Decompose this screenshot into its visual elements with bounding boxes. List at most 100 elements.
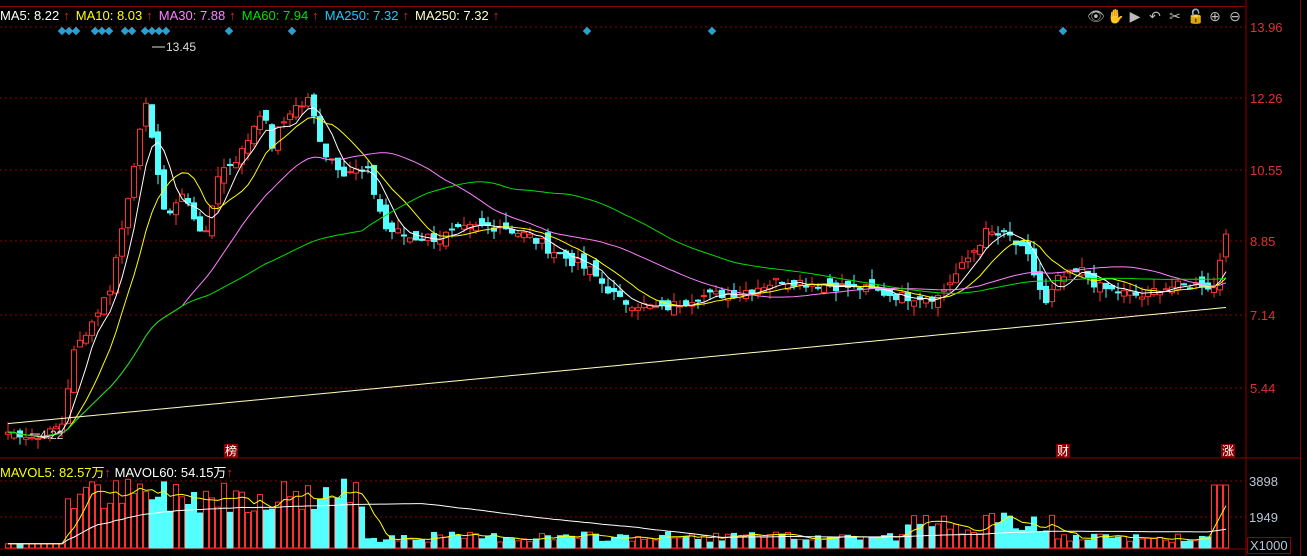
volume-bar <box>311 508 317 549</box>
candle-body <box>173 202 179 216</box>
volume-bar <box>677 537 683 549</box>
up-arrow-icon: ↑ <box>402 8 409 23</box>
marker-cai[interactable]: 财 <box>1056 444 1071 458</box>
volume-bar <box>563 534 569 549</box>
volume-bar <box>953 523 959 549</box>
up-arrow-icon: ↑ <box>312 8 319 23</box>
volume-bar <box>1181 540 1187 549</box>
signal-diamond-icon <box>224 26 234 36</box>
marker-bang[interactable]: 榜 <box>224 444 239 458</box>
volume-bar <box>1043 530 1049 549</box>
volume-bar <box>707 541 713 549</box>
volume-bar <box>1199 535 1205 549</box>
candle-body <box>269 124 275 149</box>
volume-bar <box>635 536 641 549</box>
marker-zhang[interactable]: 涨 <box>1221 444 1236 458</box>
candle-body <box>1127 290 1133 296</box>
volume-bar <box>989 512 995 549</box>
candle-body <box>1211 287 1217 294</box>
mavol60-label: MAVOL60: 54.15万 <box>114 465 227 480</box>
candle-body <box>275 126 281 151</box>
ma-legend-item: MA10: 8.03 <box>75 8 143 23</box>
candle-body <box>611 288 617 293</box>
candle-body <box>533 238 539 244</box>
signal-diamond-icon <box>287 26 297 36</box>
eye-icon[interactable]: 👁 <box>1087 8 1105 24</box>
volume-bar <box>533 538 539 549</box>
volume-bar <box>485 536 491 549</box>
candle-body <box>323 143 329 158</box>
candle-body <box>749 289 755 294</box>
volume-bar <box>1097 533 1103 549</box>
volume-bar <box>293 490 299 549</box>
volume-bar <box>17 543 23 549</box>
price-tick: 10.55 <box>1250 163 1283 178</box>
volume-bar <box>35 543 41 549</box>
zoom-out-icon[interactable]: ⊖ <box>1227 8 1243 24</box>
candle-body <box>773 277 779 281</box>
hand-icon[interactable]: ✋ <box>1107 8 1124 24</box>
candle-body <box>23 436 29 440</box>
volume-bar <box>347 501 353 549</box>
candle-body <box>365 166 371 169</box>
ma-legend-item: MA60: 7.94 <box>241 8 309 23</box>
candle-body <box>1031 248 1037 276</box>
volume-bar <box>173 483 179 549</box>
volume-bar <box>443 536 449 549</box>
volume-bar <box>731 532 737 549</box>
candle-body <box>1223 233 1229 258</box>
volume-bar <box>1133 534 1139 549</box>
candle-body <box>629 307 635 312</box>
volume-bar <box>275 501 281 549</box>
undo-icon[interactable]: ↶ <box>1147 8 1163 24</box>
lock-icon[interactable]: 🔓 <box>1187 8 1204 24</box>
signal-diamond-icon <box>161 26 171 36</box>
volume-bar <box>401 535 407 549</box>
candle-body <box>89 321 95 336</box>
volume-bar <box>317 498 323 549</box>
volume-bar <box>1151 537 1157 549</box>
volume-bar <box>803 539 809 549</box>
volume-bar <box>143 491 149 549</box>
candle-body <box>551 251 557 259</box>
candle-body <box>95 312 101 317</box>
ma-legend-item: MA250: 7.32 <box>324 8 399 23</box>
candle-body <box>617 290 623 297</box>
volume-bar <box>521 538 527 549</box>
volume-bar <box>419 539 425 549</box>
play-icon[interactable]: ▶ <box>1127 8 1143 24</box>
candle-body <box>29 436 35 440</box>
candle-body <box>839 283 845 286</box>
volume-bar <box>593 533 599 549</box>
volume-bar <box>431 531 437 549</box>
candle-body <box>149 104 155 138</box>
volume-bar <box>209 497 215 549</box>
volume-bar <box>269 508 275 549</box>
candle-body <box>515 232 521 237</box>
volume-bar <box>125 478 131 549</box>
volume-bar <box>323 487 329 549</box>
candle-body <box>479 218 485 226</box>
volume-bar <box>911 515 917 549</box>
scissors-icon[interactable]: ✂ <box>1167 8 1183 24</box>
volume-bar <box>341 478 347 549</box>
volume-bar <box>791 538 797 549</box>
volume-bar <box>1031 516 1037 549</box>
volume-bar <box>821 539 827 549</box>
ma-legend-item: MA5: 8.22 <box>0 8 60 23</box>
candle-body <box>257 115 263 130</box>
ma60-line <box>7 181 1227 437</box>
volume-bar <box>1163 539 1169 549</box>
zoom-in-icon[interactable]: ⊕ <box>1207 8 1223 24</box>
candle-body <box>1199 276 1205 288</box>
candle-body <box>557 252 563 255</box>
volume-bar <box>1115 536 1121 549</box>
volume-bar <box>11 543 17 549</box>
volume-bar <box>263 509 269 549</box>
candle-body <box>251 125 257 145</box>
volume-bar <box>893 540 899 549</box>
candle-body <box>431 232 437 243</box>
candle-body <box>281 121 287 124</box>
candle-body <box>1103 282 1109 290</box>
volume-bar <box>815 535 821 549</box>
